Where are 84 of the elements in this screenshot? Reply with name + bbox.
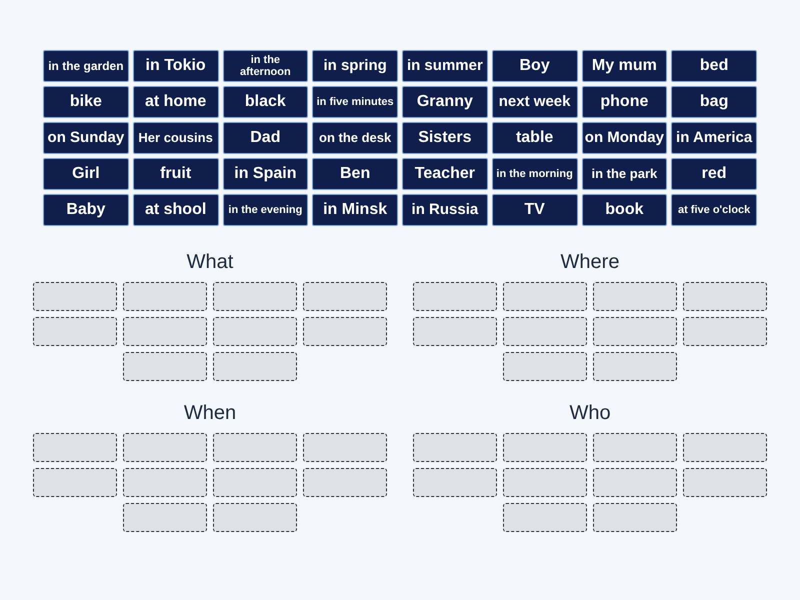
word-tile[interactable]: red xyxy=(671,158,757,190)
word-tile[interactable]: Granny xyxy=(402,86,488,118)
group-title: Who xyxy=(569,401,611,425)
word-tile[interactable]: at home xyxy=(132,86,218,118)
drop-slot[interactable] xyxy=(33,282,117,311)
drop-slot[interactable] xyxy=(413,433,497,462)
word-tile[interactable]: next week xyxy=(492,86,578,118)
drop-slot[interactable] xyxy=(33,468,117,497)
drop-slot[interactable] xyxy=(123,282,207,311)
word-tile[interactable]: My mum xyxy=(582,50,668,82)
word-tile[interactable]: Dad xyxy=(222,122,308,154)
word-tile[interactable]: at five o'clock xyxy=(671,194,757,226)
drop-slot[interactable] xyxy=(593,468,677,497)
drop-slot[interactable] xyxy=(213,468,297,497)
word-tile[interactable]: Ben xyxy=(312,158,398,190)
word-tile[interactable]: in Spain xyxy=(222,158,308,190)
word-tile[interactable]: black xyxy=(222,86,308,118)
drop-slot[interactable] xyxy=(503,468,587,497)
word-tile[interactable]: in the afternoon xyxy=(222,50,308,82)
word-tile[interactable]: Sisters xyxy=(402,122,488,154)
word-tile[interactable]: bike xyxy=(43,86,129,118)
word-tile[interactable]: in summer xyxy=(402,50,488,82)
word-tile[interactable]: in America xyxy=(671,122,757,154)
drop-slot[interactable] xyxy=(503,503,587,532)
word-tile[interactable]: Baby xyxy=(43,194,129,226)
drop-slot[interactable] xyxy=(503,317,587,346)
word-tile[interactable]: in Minsk xyxy=(312,194,398,226)
drop-slot[interactable] xyxy=(123,317,207,346)
word-tile[interactable]: in five minutes xyxy=(312,86,398,118)
word-tile[interactable]: in the morning xyxy=(492,158,578,190)
drop-slot[interactable] xyxy=(33,317,117,346)
word-tile[interactable]: on Monday xyxy=(582,122,668,154)
drop-slot[interactable] xyxy=(213,352,297,381)
word-tile[interactable]: bag xyxy=(671,86,757,118)
word-tile[interactable]: Teacher xyxy=(402,158,488,190)
word-tile[interactable]: phone xyxy=(582,86,668,118)
drop-slot[interactable] xyxy=(33,433,117,462)
drop-slot[interactable] xyxy=(413,282,497,311)
drop-slot[interactable] xyxy=(593,503,677,532)
word-tile[interactable]: Boy xyxy=(492,50,578,82)
drop-slot[interactable] xyxy=(593,433,677,462)
word-tile[interactable]: on Sunday xyxy=(43,122,129,154)
drop-slot[interactable] xyxy=(683,282,767,311)
word-tile[interactable]: fruit xyxy=(132,158,218,190)
word-tile[interactable]: in Tokio xyxy=(132,50,218,82)
group-title: What xyxy=(186,250,234,274)
word-tile[interactable]: table xyxy=(492,122,578,154)
drop-slot[interactable] xyxy=(683,433,767,462)
group-title: When xyxy=(184,401,236,425)
word-tile[interactable]: in the evening xyxy=(222,194,308,226)
drop-slot[interactable] xyxy=(303,468,387,497)
drop-slot[interactable] xyxy=(213,433,297,462)
word-tile[interactable]: in Russia xyxy=(402,194,488,226)
drop-slot[interactable] xyxy=(413,468,497,497)
drop-slot[interactable] xyxy=(683,468,767,497)
drop-slot[interactable] xyxy=(123,503,207,532)
word-tile[interactable]: in spring xyxy=(312,50,398,82)
word-tile[interactable]: on the desk xyxy=(312,122,398,154)
drop-slot[interactable] xyxy=(593,317,677,346)
drop-slot[interactable] xyxy=(683,317,767,346)
drop-slot[interactable] xyxy=(123,352,207,381)
word-tile[interactable]: bed xyxy=(671,50,757,82)
drop-slot[interactable] xyxy=(413,317,497,346)
group-title: Where xyxy=(560,250,620,274)
drop-slot[interactable] xyxy=(503,433,587,462)
word-tile[interactable]: book xyxy=(582,194,668,226)
word-tile[interactable]: Her cousins xyxy=(132,122,218,154)
drop-slot[interactable] xyxy=(303,317,387,346)
drop-slot[interactable] xyxy=(213,317,297,346)
drop-slot[interactable] xyxy=(303,282,387,311)
word-tile[interactable]: TV xyxy=(492,194,578,226)
drop-slot[interactable] xyxy=(593,282,677,311)
word-tile[interactable]: Girl xyxy=(43,158,129,190)
word-tile[interactable]: at shool xyxy=(132,194,218,226)
word-tile[interactable]: in the park xyxy=(582,158,668,190)
drop-slot[interactable] xyxy=(123,468,207,497)
drop-slot[interactable] xyxy=(213,503,297,532)
word-tile[interactable]: in the garden xyxy=(43,50,129,82)
drop-slot[interactable] xyxy=(213,282,297,311)
drop-slot[interactable] xyxy=(123,433,207,462)
drop-slot[interactable] xyxy=(503,282,587,311)
drop-slot[interactable] xyxy=(503,352,587,381)
drop-slot[interactable] xyxy=(303,433,387,462)
drop-slot[interactable] xyxy=(593,352,677,381)
